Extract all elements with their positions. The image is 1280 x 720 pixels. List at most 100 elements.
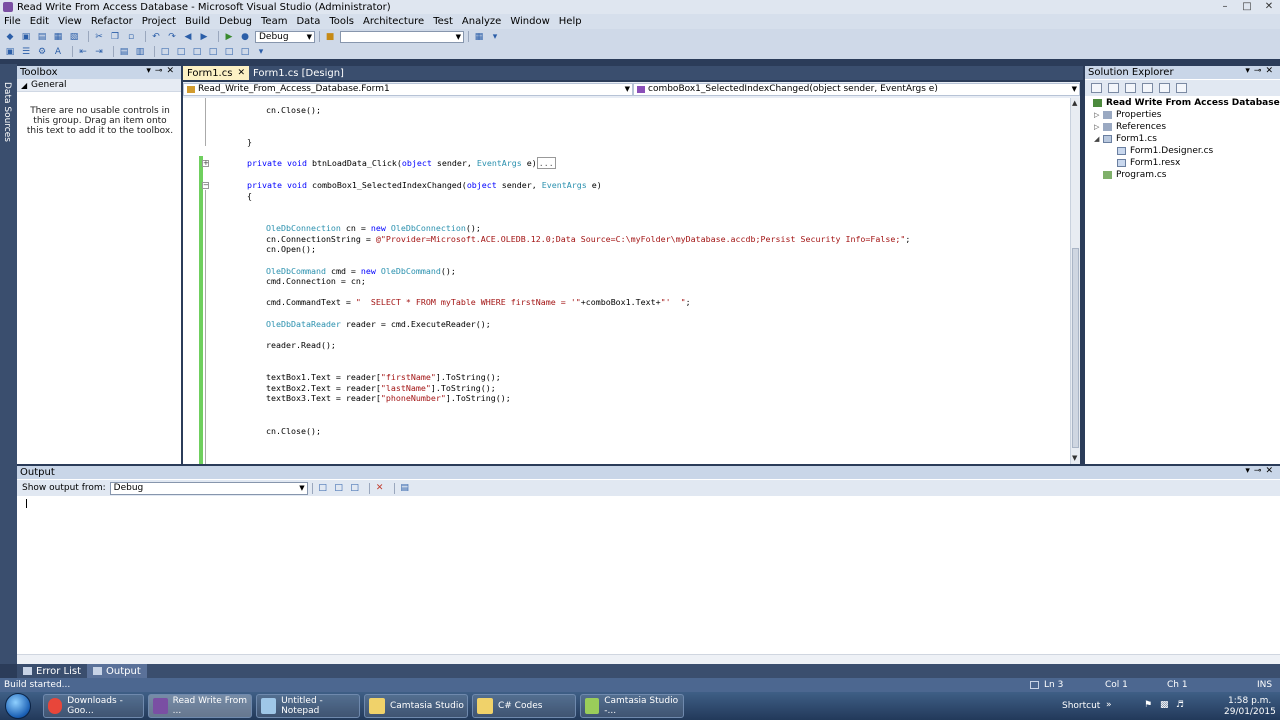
pin-icon[interactable]: ⊸ (1254, 66, 1266, 76)
class-diagram-icon[interactable] (1176, 83, 1187, 93)
open-file-icon[interactable]: ▤ (36, 31, 48, 42)
next-bookmark-folder-icon[interactable]: □ (223, 46, 235, 57)
refresh-icon[interactable] (1125, 83, 1136, 93)
increase-indent-icon[interactable]: ⇥ (93, 46, 105, 57)
member-list-icon[interactable]: ☰ (20, 46, 32, 57)
tab-form1-design[interactable]: Form1.cs [Design] (249, 66, 348, 80)
taskbar-item-camtasia-folder[interactable]: Camtasia Studio (364, 694, 468, 718)
taskbar-item-csharp-codes-folder[interactable]: C# Codes (472, 694, 576, 718)
tree-item-references[interactable]: ▷ References (1094, 121, 1166, 133)
taskbar-item-camtasia-studio[interactable]: Camtasia Studio -... (580, 694, 684, 718)
output-horizontal-scrollbar[interactable] (17, 654, 1280, 664)
menu-debug[interactable]: Debug (219, 16, 252, 27)
close-icon[interactable]: ✕ (1265, 66, 1277, 76)
menu-analyze[interactable]: Analyze (462, 16, 501, 27)
member-selector[interactable]: comboBox1_SelectedIndexChanged(object se… (633, 83, 1080, 96)
toggle-icon[interactable]: ▣ (4, 46, 16, 57)
attach-icon[interactable]: ● (239, 31, 251, 42)
comment-icon[interactable]: ▤ (118, 46, 130, 57)
decrease-indent-icon[interactable]: ⇤ (77, 46, 89, 57)
menu-tools[interactable]: Tools (329, 16, 354, 27)
toolbox-group-general[interactable]: ◢ General (17, 79, 181, 92)
quick-info-icon[interactable]: A (52, 46, 64, 57)
menu-test[interactable]: Test (433, 16, 453, 27)
menu-project[interactable]: Project (142, 16, 176, 27)
add-item-icon[interactable]: ▣ (20, 31, 32, 42)
tree-item-form1-resx[interactable]: Form1.resx (1117, 157, 1180, 169)
taskbar-item-notepad[interactable]: Untitled - Notepad (256, 694, 360, 718)
tree-item-program-cs[interactable]: Program.cs (1103, 169, 1166, 181)
toolbar-options-icon[interactable]: ▾ (489, 31, 501, 42)
menu-team[interactable]: Team (261, 16, 287, 27)
properties-icon[interactable] (1091, 83, 1102, 93)
volume-icon[interactable]: ♬ (1176, 700, 1184, 710)
start-debugging-icon[interactable]: ▶ (223, 31, 235, 42)
shortcut-toolbar[interactable]: Shortcut (1062, 701, 1100, 711)
dropdown-icon[interactable]: ▾ (1245, 66, 1254, 76)
prev-bookmark-folder-icon[interactable]: □ (207, 46, 219, 57)
pin-icon[interactable]: ⊸ (155, 66, 167, 76)
type-selector[interactable]: Read_Write_From_Access_Database.Form1 ▼ (183, 83, 633, 96)
menu-data[interactable]: Data (296, 16, 320, 27)
scroll-up-icon[interactable]: ▲ (1072, 99, 1077, 107)
tree-item-form1-designer-cs[interactable]: Form1.Designer.cs (1117, 145, 1213, 157)
toolbar-options-icon[interactable]: ▾ (255, 46, 267, 57)
expand-arrow-icon[interactable]: ▷ (1094, 121, 1099, 133)
save-all-icon[interactable]: ▧ (68, 31, 80, 42)
taskbar-item-chrome[interactable]: Downloads - Goo... (43, 694, 144, 718)
tray-expand-icon[interactable]: » (1106, 700, 1112, 710)
copy-icon[interactable]: ❐ (109, 31, 121, 42)
clock-time[interactable]: 1:58 p.m. (1228, 696, 1271, 706)
cut-icon[interactable]: ✂ (93, 31, 105, 42)
close-icon[interactable]: ✕ (1258, 0, 1280, 13)
save-icon[interactable]: ▦ (52, 31, 64, 42)
menu-refactor[interactable]: Refactor (91, 16, 133, 27)
output-text-area[interactable] (17, 496, 1280, 654)
find-in-files-icon[interactable]: ■ (324, 31, 336, 42)
collapsed-region[interactable]: ... (536, 157, 556, 169)
scrollbar-thumb[interactable] (1072, 248, 1079, 448)
flag-icon[interactable]: ⚑ (1144, 700, 1152, 710)
navigate-forward-icon[interactable]: ▶ (198, 31, 210, 42)
menu-edit[interactable]: Edit (30, 16, 49, 27)
editor-vertical-scrollbar[interactable]: ▲ ▼ (1070, 98, 1080, 464)
minimize-icon[interactable]: – (1214, 0, 1236, 13)
menu-help[interactable]: Help (559, 16, 582, 27)
close-icon[interactable]: ✕ (237, 68, 245, 78)
clear-all-icon[interactable]: ✕ (374, 483, 386, 494)
code-editor[interactable]: + − cn.Close(); } private void btnLoadDa… (183, 98, 1070, 464)
navigate-back-icon[interactable]: ◀ (182, 31, 194, 42)
new-project-icon[interactable]: ◆ (4, 31, 16, 42)
find-message-icon[interactable]: □ (317, 483, 329, 494)
redo-icon[interactable]: ↷ (166, 31, 178, 42)
collapse-arrow-icon[interactable]: ◢ (1094, 133, 1099, 145)
solution-configuration-select[interactable]: Debug ▼ (255, 30, 315, 43)
paste-icon[interactable]: ▫ (125, 31, 137, 42)
find-combo[interactable]: ▼ (340, 30, 464, 43)
data-sources-tab[interactable]: Data Sources (2, 82, 12, 142)
menu-view[interactable]: View (58, 16, 82, 27)
output-source-select[interactable]: Debug ▼ (109, 481, 308, 495)
view-designer-icon[interactable] (1159, 83, 1170, 93)
expand-arrow-icon[interactable]: ▷ (1094, 109, 1099, 121)
collapse-outline-icon[interactable]: − (202, 182, 209, 189)
maximize-icon[interactable]: □ (1236, 0, 1258, 13)
solution-explorer-icon[interactable]: ▦ (473, 31, 485, 42)
menu-file[interactable]: File (4, 16, 21, 27)
taskbar-item-visual-studio[interactable]: Read Write From ... (148, 694, 252, 718)
tree-item-properties[interactable]: ▷ Properties (1094, 109, 1161, 121)
start-button[interactable] (5, 693, 31, 719)
clear-bookmarks-icon[interactable]: □ (239, 46, 251, 57)
next-bookmark-icon[interactable]: □ (191, 46, 203, 57)
tree-item-form1-cs[interactable]: ◢ Form1.cs (1094, 133, 1157, 145)
menu-window[interactable]: Window (510, 16, 549, 27)
expand-outline-icon[interactable]: + (202, 160, 209, 167)
tab-error-list[interactable]: Error List (17, 664, 87, 678)
dropdown-icon[interactable]: ▾ (146, 66, 155, 76)
bookmark-icon[interactable]: □ (159, 46, 171, 57)
close-icon[interactable]: ✕ (166, 66, 178, 76)
parameter-info-icon[interactable]: ⚙ (36, 46, 48, 57)
prev-bookmark-icon[interactable]: □ (175, 46, 187, 57)
scroll-down-icon[interactable]: ▼ (1072, 454, 1077, 462)
menu-build[interactable]: Build (185, 16, 210, 27)
